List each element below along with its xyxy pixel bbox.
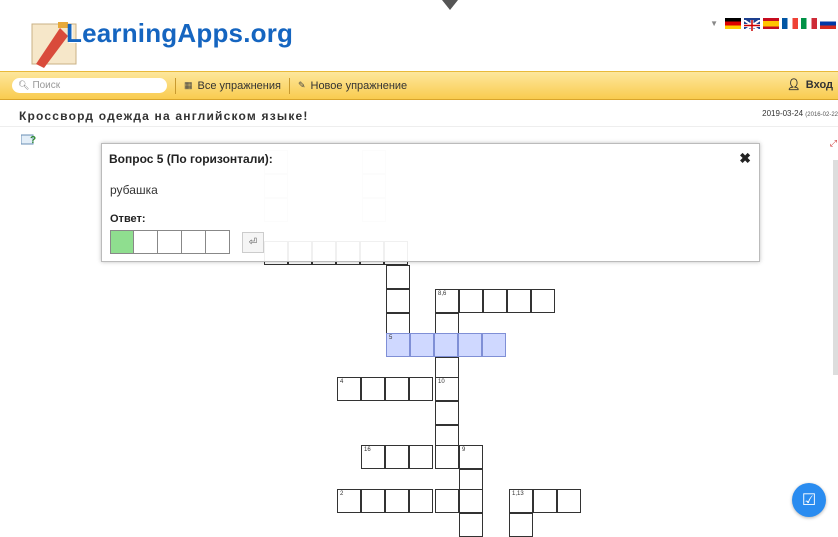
enter-button[interactable]: ⏎	[242, 232, 264, 253]
logo-text: LearningApps.org	[66, 18, 294, 48]
search-placeholder: Поиск	[32, 80, 61, 91]
cell-number: 16	[364, 447, 371, 453]
crossword-cell[interactable]: 1,13	[509, 489, 533, 513]
cell-number: 5	[389, 335, 393, 341]
flag-es-icon[interactable]	[763, 18, 779, 29]
nav-divider	[175, 77, 176, 94]
crossword-cell[interactable]	[533, 489, 557, 513]
pencil-icon: ✎	[297, 80, 306, 90]
help-icon[interactable]: ?	[21, 133, 37, 146]
nav-divider	[288, 77, 290, 94]
navbar: 🔍︎ Поиск ▦ Все упражнения ✎ Новое упражн…	[0, 71, 838, 100]
crossword-cell[interactable]	[385, 377, 409, 401]
all-exercises-link[interactable]: ▦ Все упражнения	[184, 80, 281, 92]
crossword-cell-highlighted[interactable]	[482, 333, 506, 357]
grid-icon: ▦	[184, 80, 193, 90]
crossword-cell[interactable]	[483, 289, 507, 313]
question-dialog: Вопрос 5 (По горизонтали): ✖ рубашка Отв…	[101, 143, 760, 262]
clue-text: рубашка	[110, 183, 158, 197]
language-selector[interactable]: ▼	[710, 18, 836, 32]
page-date: 2019-03-24 (2016-02-22	[762, 109, 838, 118]
scrollbar[interactable]	[833, 160, 838, 375]
search-input[interactable]: 🔍︎ Поиск	[12, 78, 167, 93]
crossword-cell[interactable]	[409, 445, 433, 469]
answer-letter-box[interactable]	[158, 230, 182, 254]
cell-number: 10	[438, 379, 445, 385]
check-icon: ☑	[801, 492, 817, 509]
flag-de-icon[interactable]	[725, 18, 741, 29]
enter-icon: ⏎	[248, 237, 258, 248]
new-exercise-link[interactable]: ✎ Новое упражнение	[298, 80, 407, 92]
crossword-cell-highlighted[interactable]	[434, 333, 458, 357]
user-icon: 👤︎	[786, 79, 801, 91]
crossword-cell[interactable]	[435, 445, 459, 469]
crossword-cell[interactable]: 16	[361, 445, 385, 469]
flag-ru-icon[interactable]	[820, 18, 836, 29]
divider	[0, 126, 838, 127]
date-created: (2016-02-22	[805, 112, 838, 118]
crossword-cell[interactable]	[435, 489, 459, 513]
new-exercise-label: Новое упражнение	[310, 79, 408, 92]
answer-letter-box[interactable]	[206, 230, 230, 254]
cell-number: 9	[462, 447, 466, 453]
flag-it-icon[interactable]	[801, 18, 817, 29]
all-exercises-label: Все упражнения	[197, 79, 281, 92]
answer-label: Ответ:	[110, 213, 146, 225]
language-dropdown-icon[interactable]: ▼	[710, 19, 718, 28]
check-button[interactable]: ☑	[792, 483, 826, 517]
crossword-cell[interactable]	[361, 377, 385, 401]
cell-number: 4	[340, 379, 344, 385]
crossword-cell-highlighted[interactable]	[410, 333, 434, 357]
top-toggle-arrow[interactable]	[442, 0, 458, 10]
answer-letter-box[interactable]	[110, 230, 134, 254]
crossword-cell[interactable]: 4	[337, 377, 361, 401]
date-updated: 2019-03-24	[762, 109, 804, 118]
crossword-cell-highlighted[interactable]: 5	[386, 333, 410, 357]
crossword-cell[interactable]	[557, 489, 581, 513]
flag-fr-icon[interactable]	[782, 18, 798, 29]
flag-en-icon[interactable]	[743, 18, 761, 32]
cell-number: 2	[340, 491, 344, 497]
cell-number: 1,13	[512, 491, 524, 497]
close-icon[interactable]: ✖	[739, 150, 751, 167]
crossword-cell[interactable]	[409, 377, 433, 401]
crossword-cell[interactable]	[409, 489, 433, 513]
crossword-cell[interactable]: 10	[435, 377, 459, 401]
login-label: Вход	[805, 78, 833, 91]
crossword-cell[interactable]	[507, 289, 531, 313]
crossword-cell[interactable]: 8,6	[435, 289, 459, 313]
cell-number: 8,6	[438, 291, 447, 297]
crossword-cell[interactable]	[531, 289, 555, 313]
page-title: Кроссворд одежда на английском языке!	[19, 109, 309, 123]
crossword-cell[interactable]	[459, 289, 483, 313]
svg-text:?: ?	[30, 135, 36, 146]
dialog-title: Вопрос 5 (По горизонтали):	[109, 152, 273, 166]
crossword-cell[interactable]	[459, 489, 483, 513]
search-icon: 🔍︎	[18, 80, 30, 90]
crossword-cell[interactable]	[509, 513, 533, 537]
crossword-cell[interactable]	[385, 445, 409, 469]
fullscreen-icon[interactable]: ⤢	[830, 138, 837, 149]
crossword-cell-highlighted[interactable]	[458, 333, 482, 357]
crossword-cell[interactable]: 2	[337, 489, 361, 513]
login-link[interactable]: 👤︎ Вход	[786, 78, 833, 92]
crossword-cell[interactable]	[361, 489, 385, 513]
crossword-cell[interactable]	[435, 401, 459, 425]
answer-letter-box[interactable]	[182, 230, 206, 254]
crossword-cell[interactable]	[385, 489, 409, 513]
crossword-cell[interactable]: 9	[459, 445, 483, 469]
crossword-cell[interactable]	[459, 513, 483, 537]
answer-letter-box[interactable]	[134, 230, 158, 254]
crossword-cell[interactable]	[386, 265, 410, 289]
answer-input[interactable]	[110, 230, 230, 254]
logo[interactable]: LearningApps.org	[30, 10, 294, 70]
crossword-cell[interactable]	[386, 289, 410, 313]
